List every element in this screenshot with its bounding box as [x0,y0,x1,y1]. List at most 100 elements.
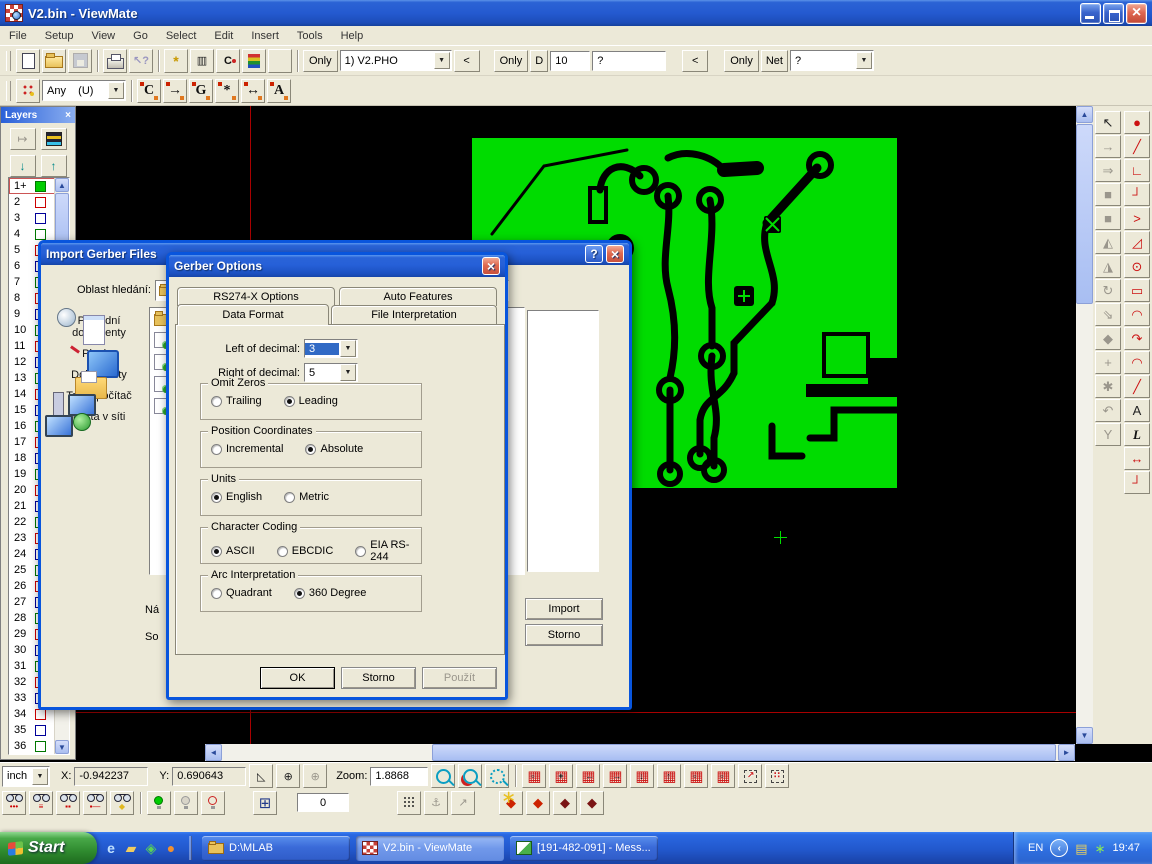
chevron-down-icon[interactable]: ▼ [340,340,356,357]
task-messenger[interactable]: [191-482-091] - Mess... [510,836,658,861]
flash-dark2-button[interactable]: ∗ ◆ [580,791,604,815]
flash-point-button[interactable]: * [164,49,188,73]
draw-rectangle-button[interactable]: ▭ [1124,279,1150,302]
dcode-value-field[interactable]: 10 [550,51,590,71]
draw-triangle-button[interactable]: ◿ [1124,231,1150,254]
zoom-area-button[interactable] [485,764,509,788]
pan-left-button[interactable]: ▦← [576,764,600,788]
layer-color-swatch[interactable] [35,709,46,720]
dot-pattern-button[interactable] [16,79,40,103]
draw-line-button[interactable]: ╱ [1124,135,1150,158]
help-button[interactable]: ? [585,245,603,263]
scroll-left-button[interactable]: ◄ [205,744,222,761]
chevron-down-icon[interactable]: ▼ [32,768,48,785]
left-of-decimal-combo[interactable]: 3 ▼ [304,339,358,358]
scroll-right-button[interactable]: ► [1058,744,1075,761]
toolbar-grip[interactable] [6,81,11,101]
panel-grid-button[interactable]: ⊞ [253,791,277,815]
transform-button[interactable]: ✱ [1095,375,1121,398]
scroll-up-button[interactable]: ▲ [1076,106,1093,123]
layer-color-swatch[interactable] [35,181,46,192]
pan-down-button[interactable]: ▦↓ [630,764,654,788]
layer-color-swatch[interactable] [35,229,46,240]
menu-item[interactable]: Edit [205,28,242,44]
offset-button[interactable]: + [1095,351,1121,374]
pan-up-button[interactable]: ▦↑ [657,764,681,788]
flash-dark-button[interactable]: ∗ ◆ [553,791,577,815]
draw-angle-button[interactable]: > [1124,207,1150,230]
select-trace-button[interactable]: ↔ [241,79,265,103]
square-tool-button[interactable]: ■ [1095,183,1121,206]
layer-row[interactable]: 36 [9,738,55,754]
scale-button[interactable]: ⇘ [1095,303,1121,326]
only-net-button[interactable]: Only [724,50,759,72]
group-button[interactable]: Y [1095,423,1121,446]
move-point-button[interactable]: → [1095,135,1121,158]
view-pads-button[interactable]: ▪▪ [56,791,80,815]
highlight-outline-button[interactable] [201,791,225,815]
previous-layer-button[interactable]: < [454,50,480,72]
select-move-button[interactable]: → [163,79,187,103]
language-indicator[interactable]: EN [1028,842,1043,854]
dcode-circle-button[interactable]: C [216,49,240,73]
anchor-button[interactable]: ⚓ [424,791,448,815]
x-coordinate-field[interactable]: -0.942237 [74,767,148,786]
dimension-tool-button[interactable]: ↔ [1124,447,1150,470]
scroll-down-button[interactable]: ▼ [1076,727,1093,744]
layer-color-swatch[interactable] [35,213,46,224]
task-viewmate[interactable]: V2.bin - ViewMate [356,836,504,861]
new-file-button[interactable] [16,49,40,73]
vertical-scrollbar[interactable]: ▲ ▼ [1076,106,1093,744]
highlight-off-button[interactable] [174,791,198,815]
draw-circle-button[interactable]: ⊙ [1124,255,1150,278]
layer-combo[interactable]: 1) V2.PHO ▼ [340,50,452,71]
layer-insert-button[interactable]: ↦ [10,128,36,150]
locate-point-button[interactable]: ⊕ [303,764,327,788]
chevron-down-icon[interactable]: ▼ [340,364,356,381]
radio-option[interactable]: ASCII [211,539,255,563]
undo-button[interactable]: ↶ [1095,399,1121,422]
layers-scroll-down-button[interactable]: ▼ [55,740,69,754]
view-objects-button[interactable]: ••• [2,791,26,815]
unit-combo[interactable]: inch ▼ [2,766,50,787]
flip-horizontal-button[interactable]: ◭ [1095,231,1121,254]
step-box-button[interactable]: ▦▫ [684,764,708,788]
zoom-grid-button[interactable] [458,764,482,788]
view-mixed-button[interactable]: ▪— [83,791,107,815]
cancel-button[interactable]: Storno [341,667,416,689]
net-combo[interactable]: ? ▼ [790,50,874,71]
dot-grid-button[interactable] [397,791,421,815]
grid-step-field[interactable]: 0 [297,793,349,812]
ie-quicklaunch-icon[interactable]: e [101,837,121,859]
close-button[interactable] [1126,3,1147,24]
tray-burst-icon[interactable]: ∗ [1095,842,1106,855]
right-of-decimal-combo[interactable]: 5 ▼ [304,363,358,382]
draw-elbow-button[interactable]: ┘ [1124,183,1150,206]
draw-arc-point-button[interactable]: ◠ [1124,351,1150,374]
zoom-tool-button[interactable] [431,764,455,788]
layer-row[interactable]: 3 [9,210,55,226]
draw-hook-button[interactable]: ┘ [1124,471,1150,494]
grid-display-button[interactable]: ▦+ [549,764,573,788]
select-flash-button[interactable]: * [215,79,239,103]
select-gerber-button[interactable]: G [189,79,213,103]
select-window-button[interactable]: ↗ [738,764,762,788]
gerber-dialog-titlebar[interactable]: Gerber Options × [169,255,505,277]
layers-panel-titlebar[interactable]: Layers × [1,107,75,123]
radio-option[interactable]: Quadrant [211,587,272,599]
tray-collapse-button[interactable]: ‹ [1050,839,1068,857]
radio-option[interactable]: EBCDIC [277,539,334,563]
tray-card-icon[interactable]: ▤ [1075,842,1087,855]
move-feature-button[interactable]: ⇒ [1095,159,1121,182]
chevron-down-icon[interactable]: ▼ [856,52,872,69]
menu-item[interactable]: View [82,28,124,44]
save-file-button[interactable] [68,49,92,73]
selected-files-listbox[interactable] [527,310,599,572]
menu-item[interactable]: Tools [288,28,332,44]
dcode-query-field[interactable]: ? [592,51,666,71]
step-box-alt-button[interactable]: ▦▫ [711,764,735,788]
move-copy-button[interactable]: ◆ [1095,327,1121,350]
draw-sketch-button[interactable]: ╱ [1124,375,1150,398]
label-tool-button[interactable]: L [1124,423,1150,446]
square-tool-2-button[interactable]: ■ [1095,207,1121,230]
